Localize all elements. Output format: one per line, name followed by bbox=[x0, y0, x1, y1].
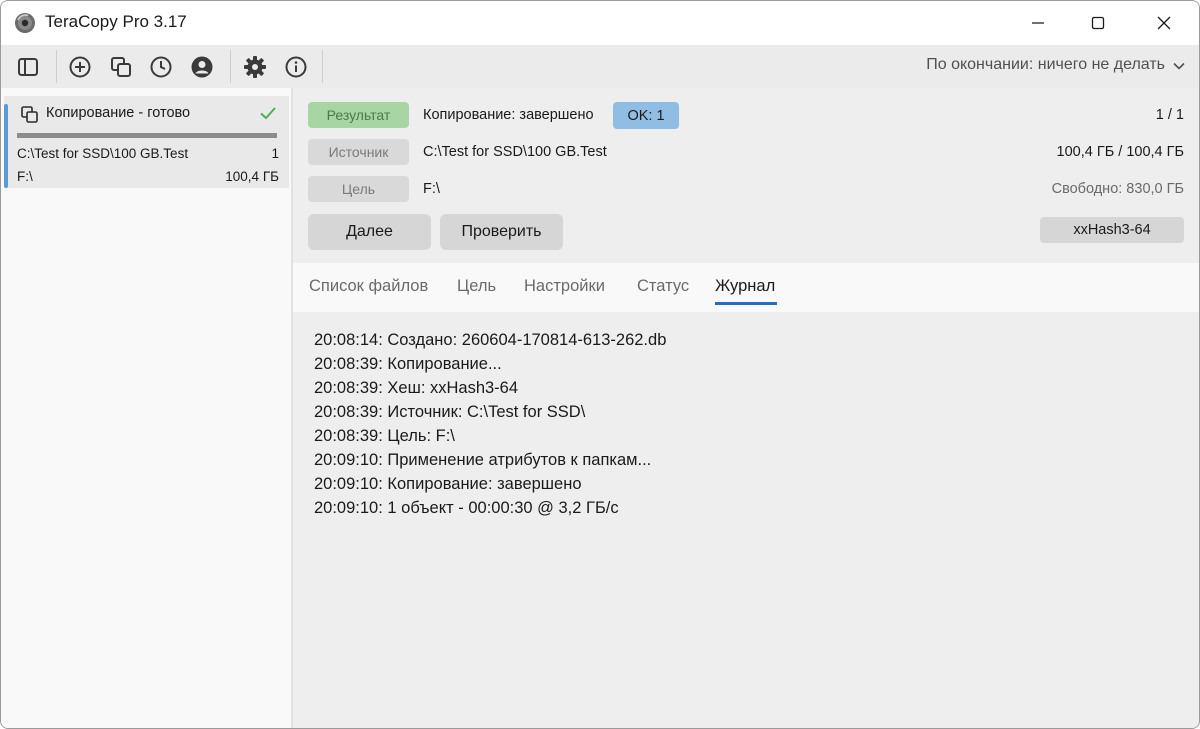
close-icon bbox=[1157, 16, 1171, 30]
target-path: F:\ bbox=[423, 181, 440, 197]
teracopy-logo-icon bbox=[15, 13, 35, 33]
selected-indicator bbox=[4, 104, 8, 188]
panel-icon bbox=[18, 58, 38, 76]
log-line: 20:08:39: Копирование... bbox=[314, 355, 502, 373]
toggle-panel-button[interactable] bbox=[13, 52, 43, 82]
settings-button[interactable] bbox=[240, 52, 270, 82]
toolbar-separator bbox=[322, 50, 323, 83]
file-counter: 1 / 1 bbox=[1155, 107, 1184, 123]
job-file-count: 1 bbox=[271, 146, 279, 161]
tab-log[interactable]: Журнал bbox=[715, 277, 775, 296]
source-size: 100,4 ГБ / 100,4 ГБ bbox=[1056, 144, 1184, 160]
result-text: Копирование: завершено bbox=[423, 107, 594, 123]
checkmark-icon bbox=[260, 107, 276, 120]
job-title: Копирование - готово bbox=[46, 105, 191, 121]
target-label: Цель bbox=[308, 176, 409, 202]
job-target: F:\ bbox=[17, 169, 33, 184]
ok-count-badge[interactable]: OK: 1 bbox=[613, 102, 679, 129]
log-line: 20:08:39: Источник: C:\Test for SSD\ bbox=[314, 403, 586, 421]
copy-job-icon bbox=[21, 106, 38, 123]
job-list: Копирование - готово C:\Test for SSD\100… bbox=[1, 88, 291, 728]
chevron-down-icon[interactable] bbox=[1171, 58, 1187, 74]
minimize-button[interactable] bbox=[1008, 1, 1068, 45]
next-button[interactable]: Далее bbox=[308, 214, 431, 250]
log-line: 20:08:39: Хеш: xxHash3-64 bbox=[314, 379, 519, 397]
close-button[interactable] bbox=[1134, 1, 1194, 45]
toolbar-separator bbox=[56, 50, 57, 83]
maximize-icon bbox=[1091, 16, 1105, 30]
toolbar: По окончании: ничего не делать bbox=[1, 45, 1199, 88]
tab-settings[interactable]: Настройки bbox=[524, 277, 605, 296]
tab-bar: Список файлов Цель Настройки Статус Журн… bbox=[293, 263, 1199, 312]
history-icon bbox=[150, 56, 172, 78]
user-icon bbox=[191, 56, 213, 78]
minimize-icon bbox=[1032, 22, 1044, 24]
log-line: 20:08:39: Цель: F:\ bbox=[314, 427, 455, 445]
toolbar-separator bbox=[230, 50, 231, 83]
job-progress-bar bbox=[17, 133, 277, 138]
account-button[interactable] bbox=[187, 52, 217, 82]
tab-target[interactable]: Цель bbox=[457, 277, 496, 296]
log-line: 20:09:10: Копирование: завершено bbox=[314, 475, 582, 493]
job-info-panel: Результат Копирование: завершено OK: 1 1… bbox=[293, 88, 1199, 263]
log-line: 20:08:14: Создано: 260604-170814-613-262… bbox=[314, 331, 667, 349]
free-space: Свободно: 830,0 ГБ bbox=[1051, 181, 1184, 197]
log-line: 20:09:10: Применение атрибутов к папкам.… bbox=[314, 451, 652, 469]
log-panel: 20:08:14: Создано: 260604-170814-613-262… bbox=[293, 312, 1199, 728]
source-path: C:\Test for SSD\100 GB.Test bbox=[423, 144, 607, 160]
history-button[interactable] bbox=[146, 52, 176, 82]
job-list-item[interactable]: Копирование - готово C:\Test for SSD\100… bbox=[4, 96, 289, 188]
result-label: Результат bbox=[308, 102, 409, 128]
verify-button[interactable]: Проверить bbox=[440, 214, 563, 250]
add-icon bbox=[69, 56, 91, 78]
active-tab-indicator bbox=[715, 302, 777, 305]
info-icon bbox=[285, 56, 307, 78]
copy-icon bbox=[111, 57, 131, 77]
job-source: C:\Test for SSD\100 GB.Test bbox=[17, 146, 189, 161]
new-copy-button[interactable] bbox=[106, 52, 136, 82]
job-progress-fill bbox=[17, 133, 277, 138]
source-label: Источник bbox=[308, 139, 409, 165]
teracopy-window: TeraCopy Pro 3.17 По окончании: ничего н… bbox=[0, 0, 1200, 729]
tab-status[interactable]: Статус bbox=[637, 277, 689, 296]
on-finish-dropdown[interactable]: По окончании: ничего не делать bbox=[926, 56, 1165, 74]
log-line: 20:09:10: 1 объект - 00:00:30 @ 3,2 ГБ/с bbox=[314, 499, 619, 517]
tab-file-list[interactable]: Список файлов bbox=[309, 277, 428, 296]
window-title: TeraCopy Pro 3.17 bbox=[45, 12, 187, 31]
job-size: 100,4 ГБ bbox=[225, 169, 279, 184]
add-files-button[interactable] bbox=[65, 52, 95, 82]
hash-algorithm-selector[interactable]: xxHash3-64 bbox=[1040, 217, 1184, 243]
maximize-button[interactable] bbox=[1068, 1, 1128, 45]
title-bar: TeraCopy Pro 3.17 bbox=[1, 1, 1199, 45]
gear-icon bbox=[244, 56, 266, 78]
about-button[interactable] bbox=[281, 52, 311, 82]
